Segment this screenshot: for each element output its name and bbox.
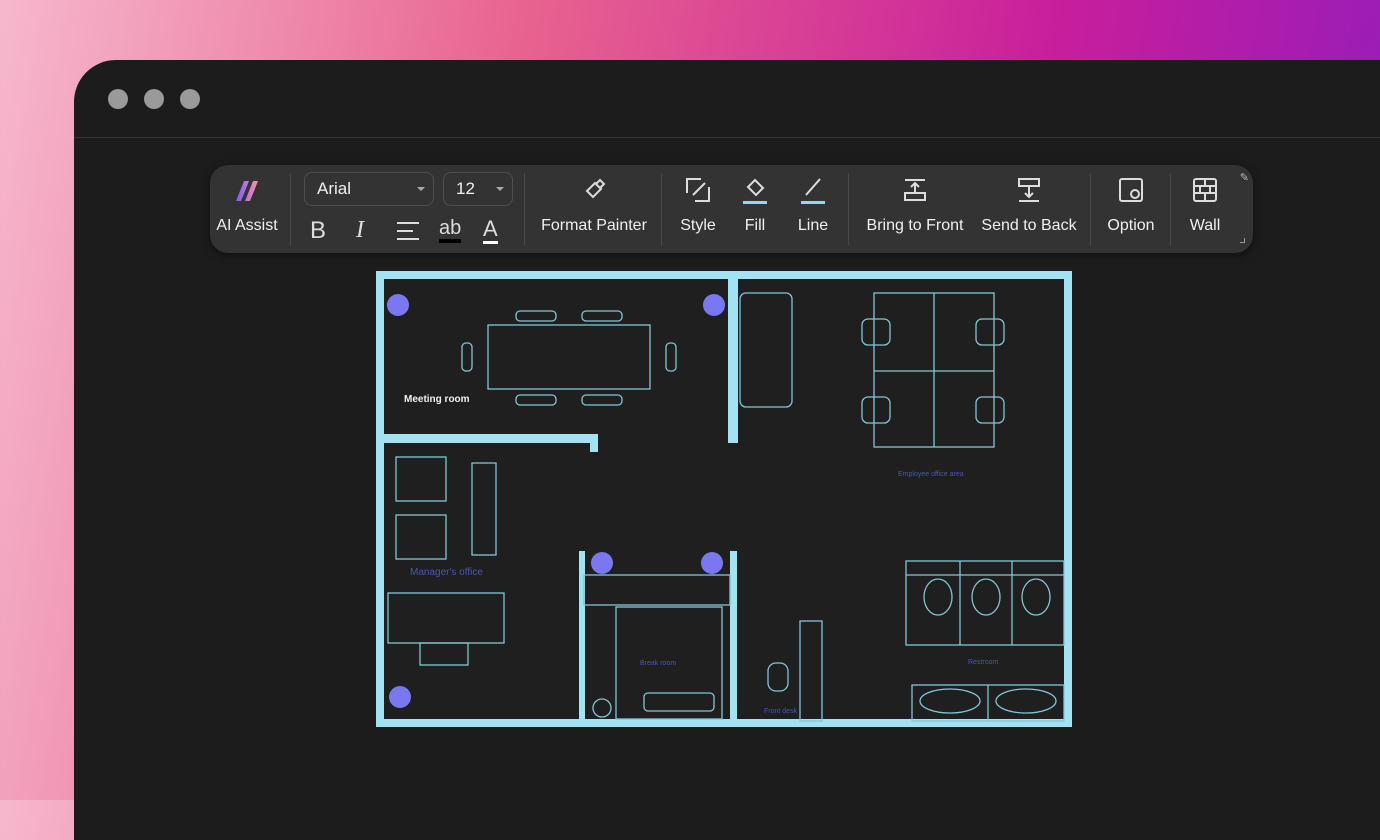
resize-handle-icon[interactable] <box>1240 238 1245 243</box>
wall-button[interactable]: Wall <box>1178 175 1232 235</box>
align-icon <box>397 222 419 240</box>
style-button[interactable]: Style <box>670 175 726 235</box>
font-size-select[interactable]: 12 <box>443 172 513 206</box>
wall-brick-icon <box>1193 178 1217 202</box>
style-icon <box>686 178 710 202</box>
highlight-button[interactable]: ab <box>439 217 462 243</box>
close-button[interactable] <box>108 89 128 109</box>
ai-assist-button[interactable]: AI Assist <box>214 175 280 235</box>
label-restroom: Restroom <box>968 659 999 666</box>
option-gear-icon <box>1119 178 1143 202</box>
chevron-down-icon <box>496 187 504 195</box>
label-break-room: Break room <box>640 660 676 667</box>
option-button[interactable]: Option <box>1098 175 1164 235</box>
floor-plan[interactable]: Meeting room Employee office area Manage… <box>376 271 1072 727</box>
send-to-back-button[interactable]: Send to Back <box>976 175 1082 235</box>
chevron-down-icon <box>417 187 425 195</box>
label-front-desk: Front desk <box>764 708 798 715</box>
align-button[interactable] <box>396 220 420 249</box>
floating-toolbar: AI Assist Arial 12 B I ab A Format Paint… <box>210 165 1253 253</box>
font-family-select[interactable]: Arial <box>304 172 434 206</box>
bring-front-icon <box>904 179 926 201</box>
label-employee-area: Employee office area <box>898 471 964 478</box>
send-back-icon <box>1018 178 1040 202</box>
app-window: AI Assist Arial 12 B I ab A Format Paint… <box>74 60 1380 840</box>
label-manager-office: Manager's office <box>410 567 483 578</box>
paintbrush-icon <box>585 178 606 199</box>
title-bar <box>74 60 1380 138</box>
pin-icon[interactable]: ✎ <box>1240 171 1249 184</box>
minimize-button[interactable] <box>144 89 164 109</box>
italic-button[interactable]: I <box>356 217 364 244</box>
fill-button[interactable]: Fill <box>730 175 780 235</box>
ai-logo-icon <box>236 181 258 201</box>
label-meeting-room: Meeting room <box>404 394 470 405</box>
format-painter-button[interactable]: Format Painter <box>536 175 652 235</box>
maximize-button[interactable] <box>180 89 200 109</box>
paint-bucket-icon <box>743 178 767 204</box>
line-button[interactable]: Line <box>788 175 838 235</box>
bold-button[interactable]: B <box>310 217 326 245</box>
brush-line-icon <box>801 178 825 204</box>
font-color-button[interactable]: A <box>483 217 498 244</box>
bring-to-front-button[interactable]: Bring to Front <box>856 175 974 235</box>
